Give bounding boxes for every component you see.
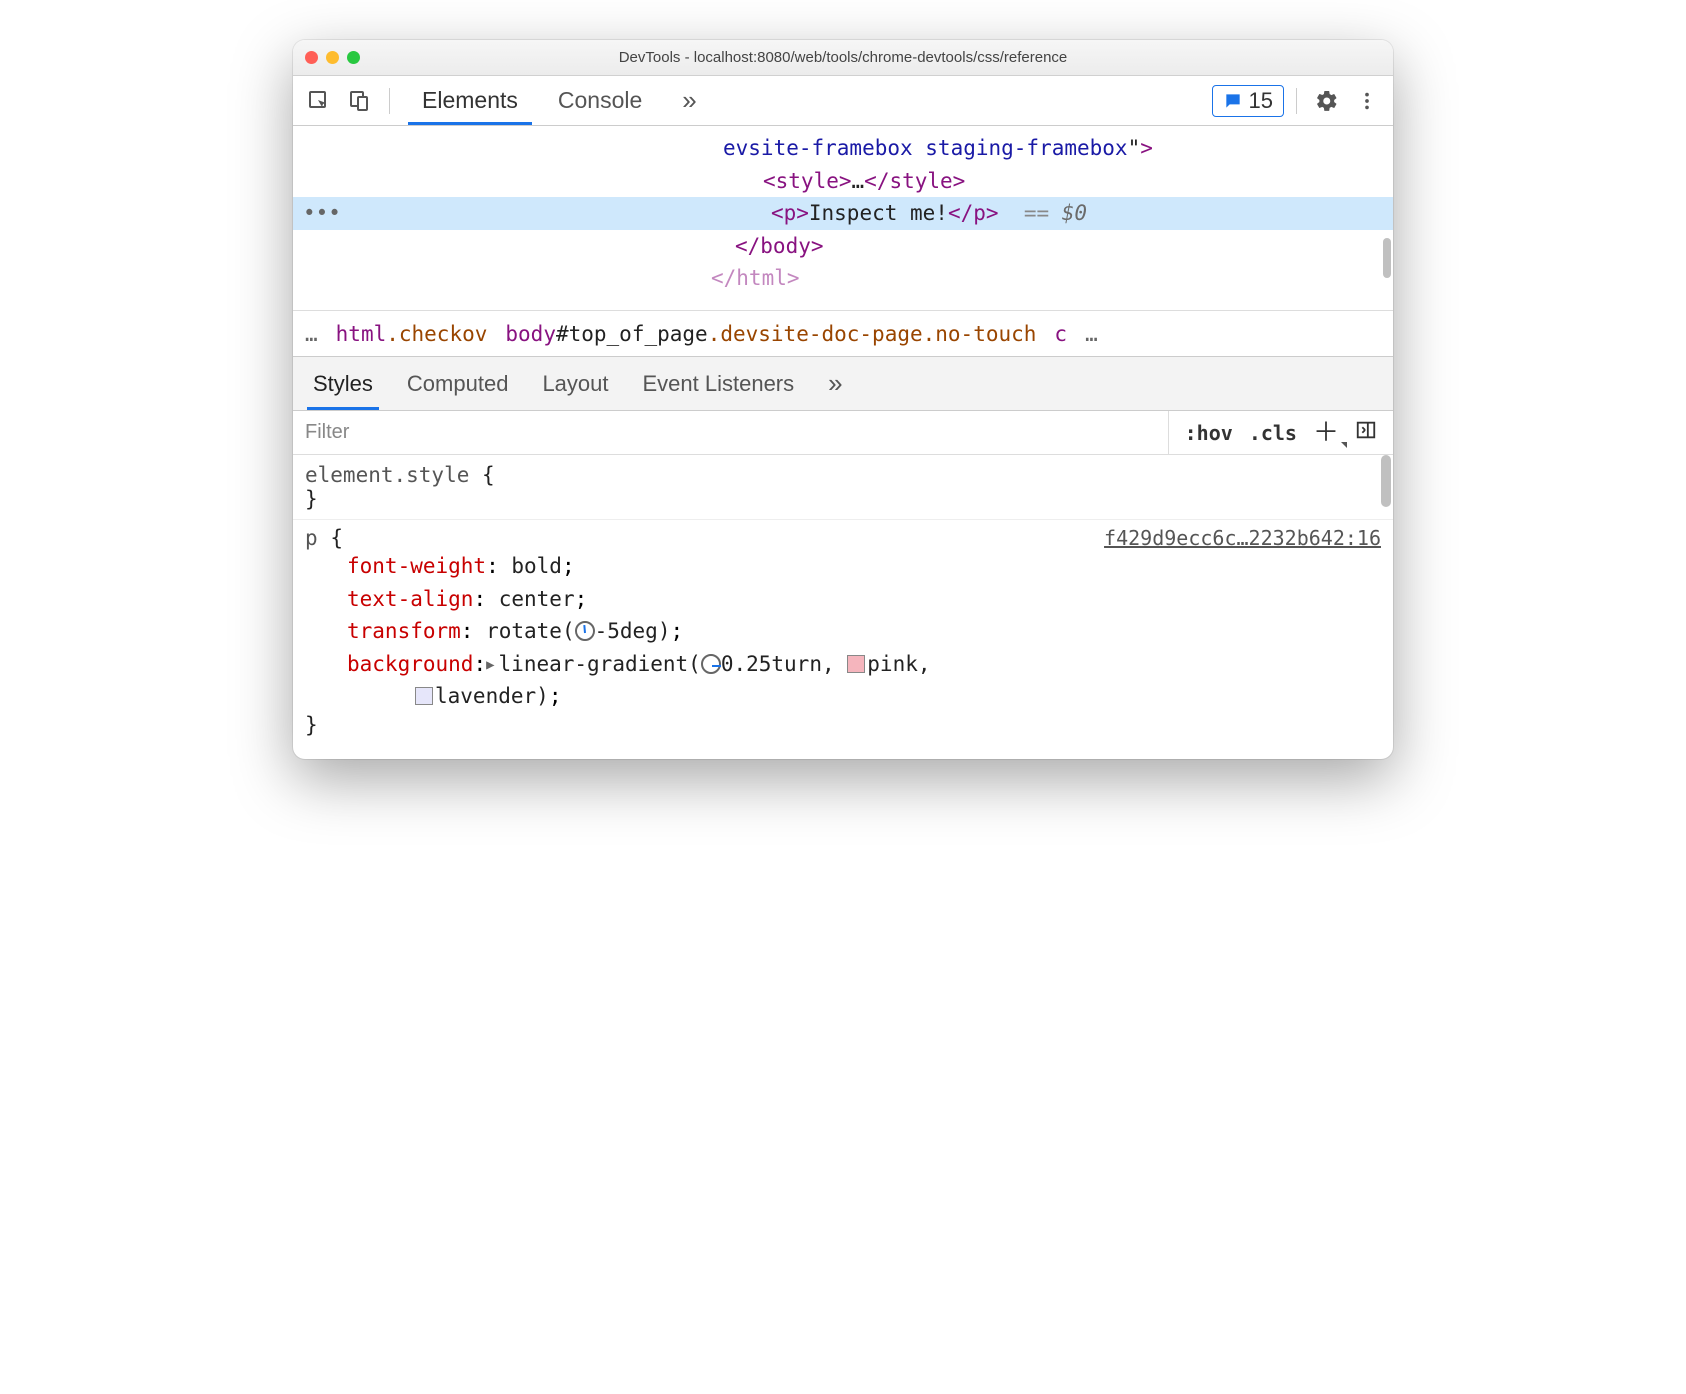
window-title: DevTools - localhost:8080/web/tools/chro… — [293, 49, 1393, 66]
styles-subtabs: Styles Computed Layout Event Listeners » — [293, 357, 1393, 411]
subtab-styles[interactable]: Styles — [311, 359, 375, 409]
expand-dots-icon[interactable]: ••• — [293, 197, 341, 230]
cls-toggle[interactable]: .cls — [1249, 421, 1297, 445]
devtools-window: DevTools - localhost:8080/web/tools/chro… — [293, 40, 1393, 759]
scrollbar-thumb[interactable] — [1381, 455, 1391, 507]
rule-source-link[interactable]: f429d9ecc6c…2232b642:16 — [1104, 526, 1381, 550]
dom-tree[interactable]: evsite-framebox staging-framebox"> <styl… — [293, 126, 1393, 311]
computed-sidebar-toggle-icon[interactable] — [1355, 419, 1377, 446]
styles-panel: :hov .cls ＋ element.style { } f429d9ecc6… — [293, 411, 1393, 759]
issues-count: 15 — [1249, 88, 1273, 114]
dom-line[interactable]: </html> — [293, 262, 1393, 295]
css-declaration-cont[interactable]: lavender); — [305, 680, 1381, 713]
panel-tabs: Elements Console » — [402, 76, 717, 125]
main-toolbar: Elements Console » 15 — [293, 76, 1393, 126]
rule-selector[interactable]: element.style — [305, 463, 469, 487]
scrollbar-thumb[interactable] — [1383, 238, 1391, 278]
css-rule[interactable]: f429d9ecc6c…2232b642:16 p { font-weight:… — [305, 526, 1381, 737]
css-rule[interactable]: element.style { } — [305, 463, 1381, 511]
breadcrumb-item[interactable]: html.checkov — [336, 322, 488, 346]
toolbar-separator — [1296, 88, 1297, 114]
breadcrumb-item[interactable]: body#top_of_page.devsite-doc-page.no-tou… — [505, 322, 1036, 346]
dom-line[interactable]: evsite-framebox staging-framebox"> — [293, 132, 1393, 165]
css-declaration[interactable]: background:▶linear-gradient(0.25turn, pi… — [305, 648, 1381, 681]
tabs-overflow-icon[interactable]: » — [662, 76, 716, 125]
issues-badge[interactable]: 15 — [1212, 85, 1284, 117]
dom-line[interactable]: </body> — [293, 230, 1393, 263]
dom-line[interactable]: <style>…</style> — [293, 165, 1393, 198]
expand-triangle-icon[interactable]: ▶ — [486, 655, 494, 677]
tab-elements[interactable]: Elements — [402, 76, 538, 125]
inspect-element-icon[interactable] — [301, 83, 337, 119]
rule-separator — [293, 519, 1393, 520]
titlebar: DevTools - localhost:8080/web/tools/chro… — [293, 40, 1393, 76]
breadcrumb-overflow-right[interactable]: … — [1085, 322, 1098, 346]
subtab-event-listeners[interactable]: Event Listeners — [641, 359, 797, 409]
filter-input[interactable] — [293, 411, 1169, 454]
color-swatch-icon[interactable] — [415, 687, 433, 705]
color-swatch-icon[interactable] — [847, 655, 865, 673]
subtab-layout[interactable]: Layout — [540, 359, 610, 409]
breadcrumb-item[interactable]: c — [1054, 322, 1067, 346]
subtabs-overflow-icon[interactable]: » — [826, 356, 844, 411]
dom-selected-row[interactable]: ••• <p>Inspect me!</p> == $0 — [293, 197, 1393, 230]
rule-selector[interactable]: p — [305, 526, 318, 550]
hov-toggle[interactable]: :hov — [1185, 421, 1233, 445]
styles-filter-bar: :hov .cls ＋ — [293, 411, 1393, 455]
css-declaration[interactable]: font-weight: bold; — [305, 550, 1381, 583]
dom-breadcrumb: … html.checkov body#top_of_page.devsite-… — [293, 311, 1393, 357]
angle-swatch-icon[interactable] — [701, 654, 721, 674]
device-toggle-icon[interactable] — [341, 83, 377, 119]
toolbar-separator — [389, 88, 390, 114]
breadcrumb-overflow-left[interactable]: … — [305, 322, 318, 346]
css-declaration[interactable]: transform: rotate(-5deg); — [305, 615, 1381, 648]
angle-swatch-icon[interactable] — [575, 621, 595, 641]
new-style-rule-button[interactable]: ＋ — [1313, 420, 1339, 446]
tab-console[interactable]: Console — [538, 76, 662, 125]
settings-icon[interactable] — [1309, 83, 1345, 119]
css-rules: element.style { } f429d9ecc6c…2232b642:1… — [293, 455, 1393, 759]
more-menu-icon[interactable] — [1349, 83, 1385, 119]
subtab-computed[interactable]: Computed — [405, 359, 511, 409]
css-declaration[interactable]: text-align: center; — [305, 583, 1381, 616]
